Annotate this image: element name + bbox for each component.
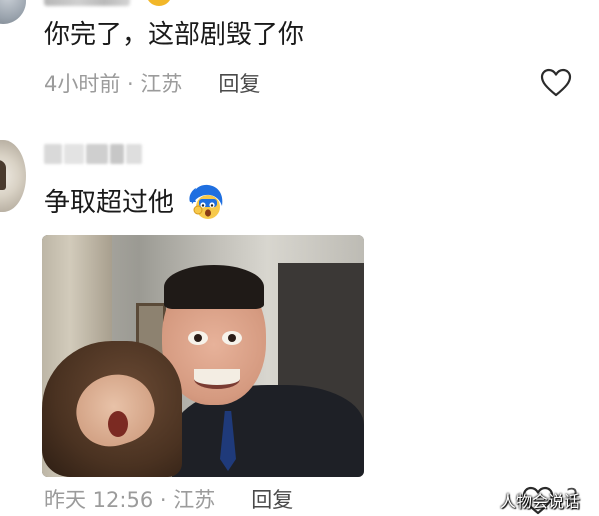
emoji-icon — [146, 0, 172, 6]
man-left-eye — [188, 331, 208, 345]
comment-text: 你完了，这部剧毁了你 — [44, 20, 305, 50]
blurred-username — [44, 0, 130, 6]
commenter-avatar[interactable] — [0, 0, 26, 24]
shocked-face-emoji-icon — [189, 184, 223, 219]
commenter-avatar[interactable] — [0, 140, 26, 212]
reply-button[interactable]: 回复 — [251, 488, 293, 512]
heart-outline-icon[interactable] — [540, 68, 572, 98]
man-right-eye — [222, 331, 242, 345]
watermark: 人物会说话 — [500, 492, 581, 511]
woman-mouth — [108, 411, 128, 437]
comment-text: 争取超过他 — [44, 188, 175, 218]
meme-image[interactable] — [42, 235, 364, 477]
blurred-username — [44, 144, 142, 164]
comment-time-location: 4小时前 · 江苏 — [44, 72, 183, 96]
man-hair — [164, 265, 264, 309]
man-mouth — [194, 369, 240, 389]
comment-meta: 4小时前 · 江苏 回复 — [44, 70, 260, 98]
avatar-figure — [0, 160, 6, 190]
reply-button[interactable]: 回复 — [218, 72, 260, 96]
comment-meta: 昨天 12:56 · 江苏 回复 — [44, 486, 293, 514]
comment-time-location: 昨天 12:56 · 江苏 — [44, 488, 216, 512]
